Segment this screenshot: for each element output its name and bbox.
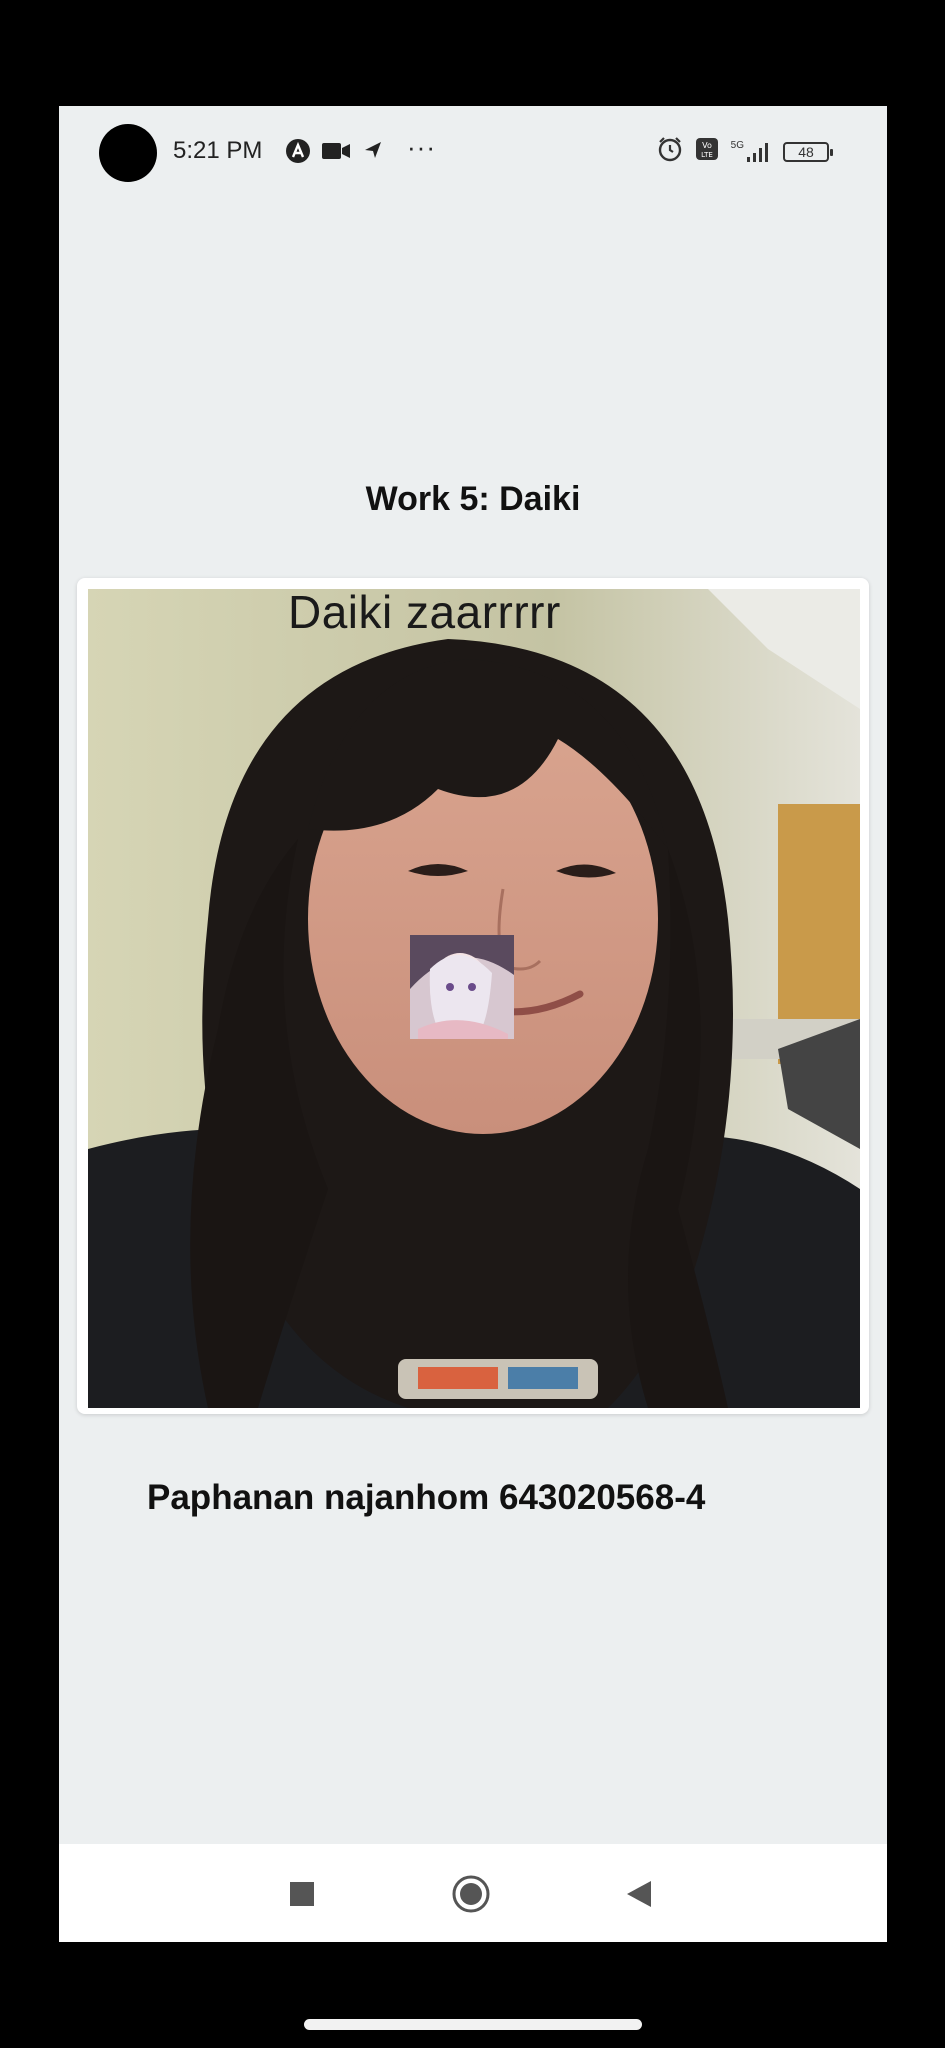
photo-caption: Daiki zaarrrrr (288, 589, 561, 638)
photo-illustration (88, 589, 860, 1408)
photo-card: Daiki zaarrrrr (77, 578, 869, 1414)
video-icon (321, 141, 351, 166)
svg-text:Vo: Vo (702, 141, 712, 150)
svg-text:LTE: LTE (701, 151, 713, 159)
page-title: Work 5: Daiki (365, 480, 581, 518)
back-triangle-icon[interactable] (625, 1879, 653, 1914)
navigation-bar (59, 1844, 887, 1942)
status-time: 5:21 PM (173, 137, 263, 164)
home-circle-icon[interactable] (451, 1874, 491, 1919)
selfie-photo: Daiki zaarrrrr (88, 589, 860, 1408)
camera-hole (99, 124, 157, 182)
student-credit: Paphanan najanhom 643020568-4 (147, 1478, 706, 1517)
location-icon (361, 138, 385, 167)
alarm-icon (657, 136, 683, 167)
volte-icon: Vo LTE (695, 137, 719, 166)
network-label: 5G (730, 139, 744, 151)
signal-icon: 5G (731, 140, 771, 164)
app-a-icon (285, 138, 311, 169)
overflow-dots: ··· (407, 132, 436, 162)
home-indicator-bar[interactable] (304, 2019, 642, 2030)
status-right-icons: Vo LTE 5G 48 (657, 136, 833, 167)
status-bar: 5:21 PM ··· Vo LTE 5G 48 (59, 106, 887, 196)
battery-icon: 48 (783, 141, 833, 162)
anime-sticker (410, 935, 514, 1039)
phone-screen: 5:21 PM ··· Vo LTE 5G 48 Work 5: Daiki D… (59, 106, 887, 1942)
recents-square-icon[interactable] (288, 1880, 316, 1913)
